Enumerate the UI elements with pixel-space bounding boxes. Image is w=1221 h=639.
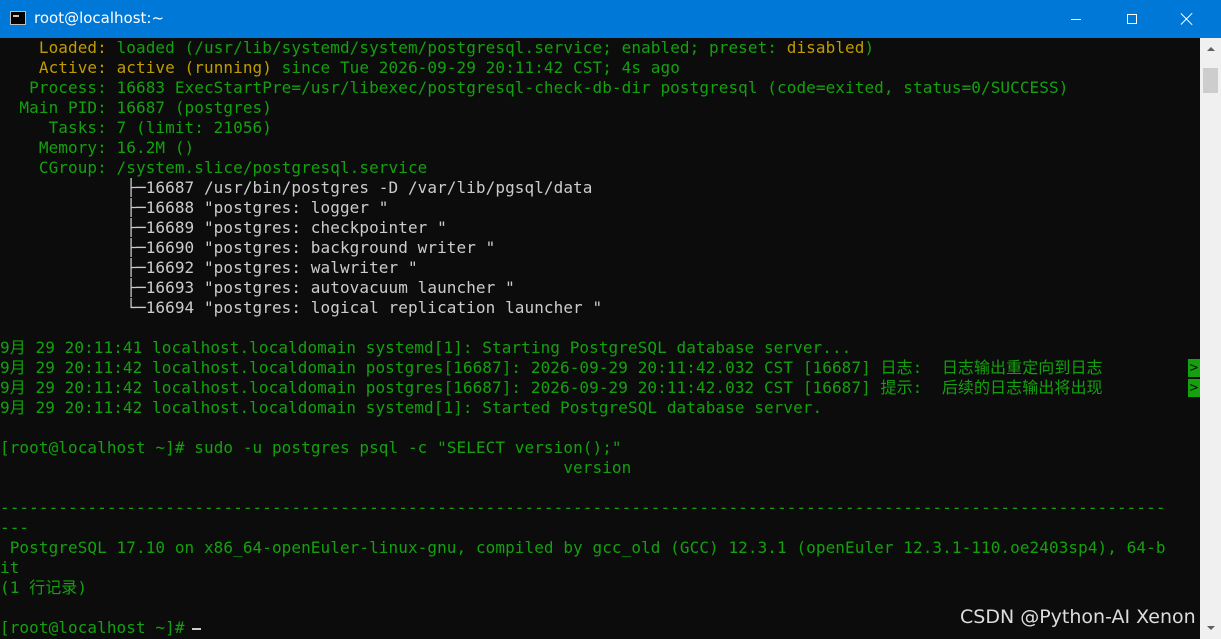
- scroll-up-button[interactable]: [1200, 38, 1221, 60]
- loaded-value: loaded (/usr/lib/systemd/system/postgres…: [116, 38, 787, 57]
- status-main-pid-line: Main PID: 16687 (postgres): [0, 98, 272, 117]
- line-overflow-marker: >: [1188, 359, 1200, 377]
- status-active-line: Active: active (running) since Tue 2026-…: [0, 58, 680, 78]
- final-prompt: [root@localhost ~]#: [0, 618, 195, 637]
- result-separator-wrap: ---: [0, 518, 30, 537]
- journal-line: 9月 29 20:11:41 localhost.localdomain sys…: [0, 338, 852, 357]
- cgroup-tree-item: ├─16689 "postgres: checkpointer ": [0, 218, 447, 237]
- console-icon[interactable]: [10, 11, 26, 25]
- cgroup-tree-item: ├─16692 "postgres: walwriter ": [0, 258, 418, 277]
- row-count: (1 行记录): [0, 578, 88, 597]
- preset-value: disabled: [786, 38, 865, 57]
- cgroup-tree-item: └─16694 "postgres: logical replication l…: [0, 298, 603, 317]
- status-process-line: Process: 16683 ExecStartPre=/usr/libexec…: [0, 78, 1069, 97]
- close-button[interactable]: [1161, 0, 1213, 38]
- loaded-close: ): [864, 38, 875, 57]
- title-bar[interactable]: root@localhost:~: [0, 0, 1221, 38]
- result-row: PostgreSQL 17.10 on x86_64-openEuler-lin…: [0, 538, 1166, 557]
- scroll-thumb[interactable]: [1203, 68, 1218, 93]
- result-row-wrap: it: [0, 558, 20, 577]
- status-loaded-line: Loaded: loaded (/usr/lib/systemd/system/…: [0, 38, 874, 58]
- vertical-scrollbar[interactable]: [1200, 38, 1221, 639]
- status-tasks-line: Tasks: 7 (limit: 21056): [0, 118, 272, 137]
- arrow-up-icon: [1206, 47, 1215, 51]
- loaded-label: Loaded:: [0, 38, 117, 57]
- line-overflow-marker: >: [1188, 379, 1200, 397]
- shell-prompt: [root@localhost ~]#: [0, 438, 195, 457]
- cgroup-tree-item: ├─16690 "postgres: background writer ": [0, 238, 496, 257]
- column-header: version: [0, 458, 632, 477]
- terminal-window: root@localhost:~ Loaded: loaded (/usr/li…: [0, 0, 1221, 639]
- result-separator: ----------------------------------------…: [0, 498, 1166, 517]
- cgroup-tree-item: ├─16693 "postgres: autovacuum launcher ": [0, 278, 515, 297]
- journal-line: 9月 29 20:11:42 localhost.localdomain pos…: [0, 378, 1103, 397]
- terminal-output[interactable]: Loaded: loaded (/usr/lib/systemd/system/…: [0, 38, 1200, 639]
- close-icon: [1180, 12, 1194, 26]
- scroll-down-button[interactable]: [1200, 617, 1221, 639]
- watermark: CSDN @Python-AI Xenon: [960, 606, 1196, 628]
- active-label: Active:: [0, 58, 117, 77]
- minimize-button[interactable]: [1050, 0, 1102, 38]
- journal-line: 9月 29 20:11:42 localhost.localdomain pos…: [0, 358, 1103, 377]
- arrow-down-icon: [1206, 626, 1215, 630]
- command-line: [root@localhost ~]# sudo -u postgres psq…: [0, 438, 622, 458]
- status-memory-line: Memory: 16.2M (): [0, 138, 195, 157]
- cgroup-tree-item: ├─16687 /usr/bin/postgres -D /var/lib/pg…: [0, 178, 593, 197]
- active-since: since Tue 2026-09-29 20:11:42 CST; 4s ag…: [271, 58, 680, 77]
- minimize-icon: [1071, 18, 1081, 20]
- active-state: active (running): [116, 58, 272, 77]
- status-cgroup-line: CGroup: /system.slice/postgresql.service: [0, 158, 428, 177]
- window-title: root@localhost:~: [34, 9, 165, 27]
- text-cursor: [192, 628, 201, 630]
- command-text: sudo -u postgres psql -c "SELECT version…: [194, 438, 622, 457]
- journal-line: 9月 29 20:11:42 localhost.localdomain sys…: [0, 398, 823, 417]
- maximize-button[interactable]: [1106, 0, 1158, 38]
- cgroup-tree-item: ├─16688 "postgres: logger ": [0, 198, 389, 217]
- maximize-icon: [1127, 14, 1137, 24]
